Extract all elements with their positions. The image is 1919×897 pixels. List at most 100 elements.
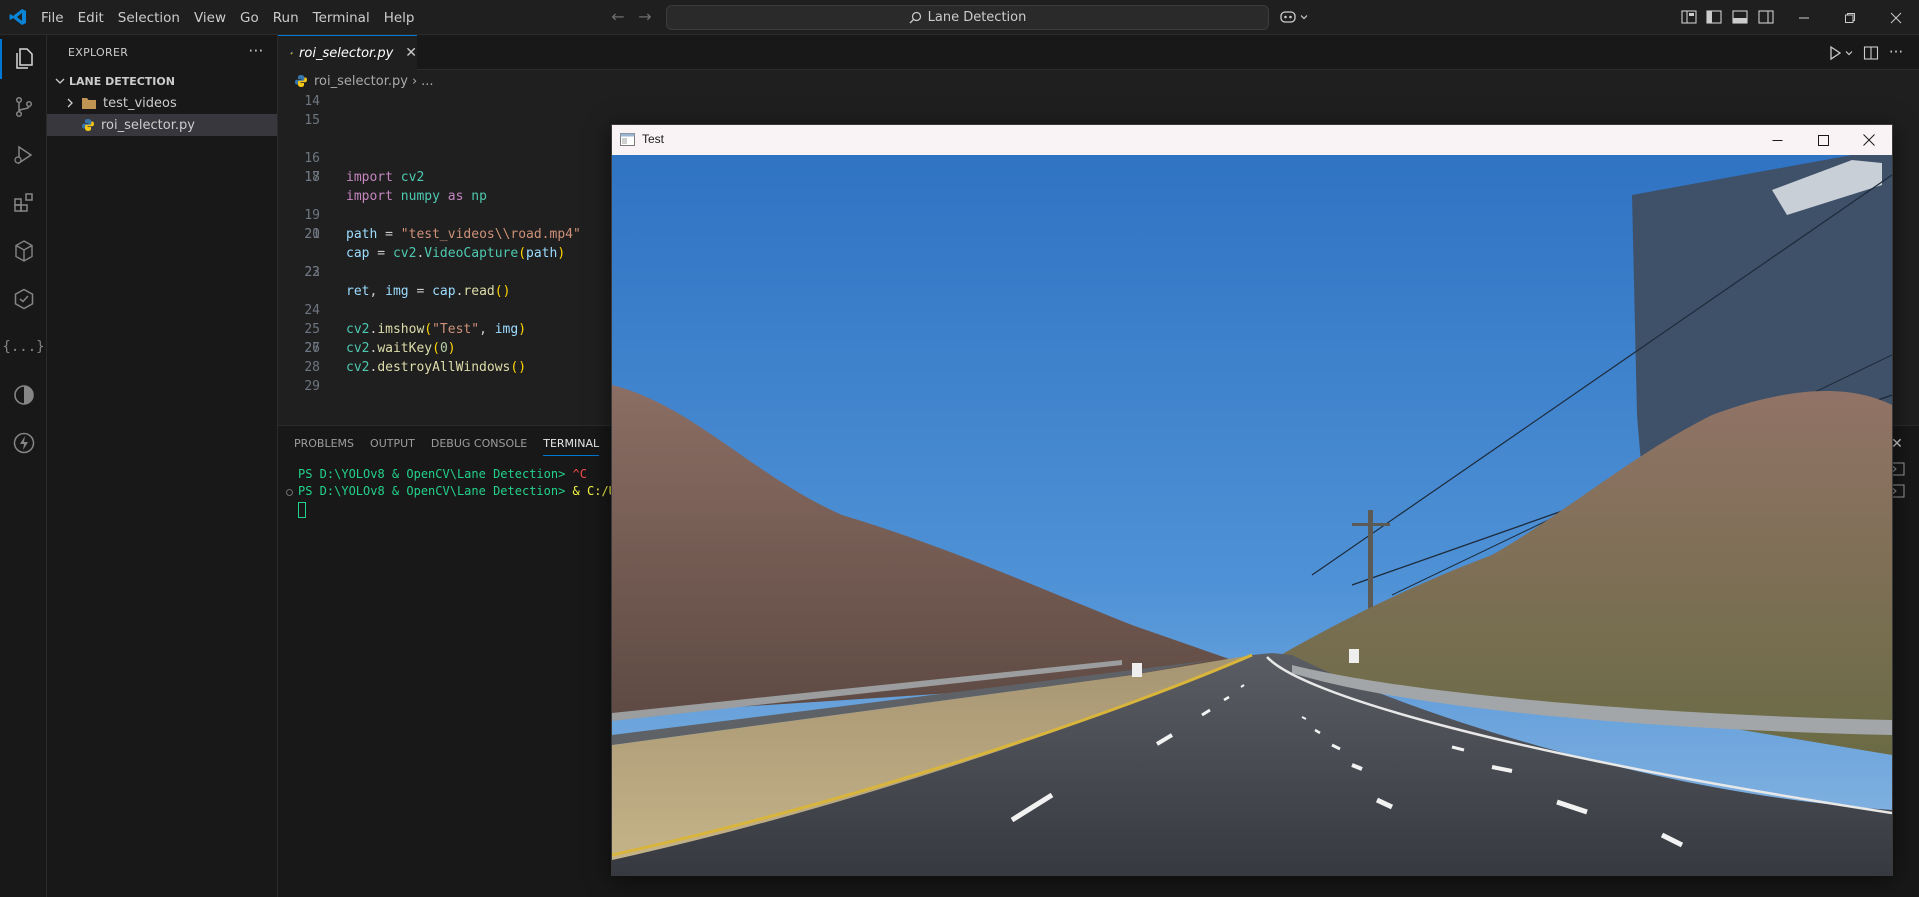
variable: path — [346, 227, 378, 242]
back-arrow-icon[interactable]: ← — [609, 8, 627, 26]
terminal-line: PS D:\YOLOv8 & OpenCV\Lane Detection> ^C — [298, 466, 587, 483]
copilot-icon — [1280, 11, 1296, 23]
comma: , — [479, 322, 495, 337]
menu-bar: File Edit Selection View Go Run Terminal… — [34, 0, 421, 35]
chevron-down-icon[interactable] — [1844, 44, 1854, 62]
remote-explorer-activity[interactable] — [0, 231, 47, 271]
module-name: cv2 — [392, 246, 417, 261]
module-alias: np — [471, 189, 487, 204]
folder-icon — [82, 98, 96, 109]
opencv-window[interactable]: Test — [611, 124, 1893, 876]
close-icon — [1890, 12, 1902, 23]
copilot-chat-icon — [13, 385, 34, 405]
terminal-line: PS D:\YOLOv8 & OpenCV\Lane Detection> & … — [298, 483, 623, 500]
line-number: 23 — [304, 265, 320, 280]
menu-go[interactable]: Go — [233, 10, 266, 26]
video-frame-image — [612, 155, 1892, 876]
run-debug-activity[interactable] — [0, 135, 47, 175]
line-number: 14 — [304, 94, 320, 109]
line-number: 29 — [304, 379, 320, 394]
tree-item-label: roi_selector.py — [101, 117, 195, 133]
code-line: 25 cv2.waitKey(0) — [278, 301, 455, 356]
copilot-button[interactable] — [1279, 7, 1311, 27]
hexagon-icon — [14, 288, 33, 310]
source-control-activity[interactable] — [0, 87, 47, 127]
tab-roi-selector[interactable]: roi_selector.py ✕ — [278, 35, 417, 70]
close-window-button[interactable] — [1873, 0, 1919, 35]
extensions-activity[interactable] — [0, 183, 47, 223]
testing-activity[interactable] — [0, 279, 47, 319]
tab-output[interactable]: OUTPUT — [362, 426, 423, 461]
variable: ret — [346, 284, 370, 299]
menu-help[interactable]: Help — [377, 10, 422, 26]
breadcrumb-symbols[interactable]: ... — [421, 74, 433, 89]
toggle-primary-sidebar-icon[interactable] — [1705, 8, 1723, 26]
command-center-search[interactable]: Lane Detection — [666, 5, 1269, 30]
cv-close-button[interactable] — [1846, 125, 1892, 155]
toggle-panel-icon[interactable] — [1731, 8, 1749, 26]
extensions-icon — [13, 193, 33, 212]
more-actions-icon[interactable]: ··· — [247, 43, 265, 61]
line-number: 27 — [304, 341, 320, 356]
cv-minimize-button[interactable] — [1754, 125, 1800, 155]
tree-item-roi-selector[interactable]: roi_selector.py — [47, 114, 277, 136]
tab-debug-console[interactable]: DEBUG CONSOLE — [423, 426, 535, 461]
argument: img — [494, 322, 519, 337]
forward-arrow-icon[interactable]: → — [636, 8, 654, 26]
menu-file[interactable]: File — [34, 10, 71, 26]
close-icon — [1863, 134, 1875, 146]
run-debug-icon — [13, 145, 32, 165]
terminal-cursor[interactable] — [298, 502, 306, 518]
workspace-name: LANE DETECTION — [69, 74, 175, 88]
tab-problems[interactable]: PROBLEMS — [286, 426, 362, 461]
line-number: 21 — [304, 227, 320, 242]
close-tab-icon[interactable]: ✕ — [405, 45, 417, 61]
json-activity[interactable]: {...} — [0, 327, 47, 367]
tab-terminal[interactable]: TERMINAL — [535, 426, 607, 461]
code-line: 24 cv2.imshow("Test", img) — [278, 282, 526, 337]
breadcrumb-file[interactable]: roi_selector.py — [314, 74, 408, 89]
cv-maximize-button[interactable] — [1800, 125, 1846, 155]
restore-icon — [1845, 12, 1855, 23]
breadcrumb-separator-icon: › — [411, 73, 418, 89]
tree-item-test-videos[interactable]: test_videos — [47, 92, 277, 114]
road-scene-image — [612, 155, 1892, 876]
tree-item-label: test_videos — [103, 95, 177, 111]
panel-tabs: PROBLEMS OUTPUT DEBUG CONSOLE TERMINAL — [278, 426, 607, 461]
module-name: cv2 — [400, 170, 425, 185]
menu-run[interactable]: Run — [266, 10, 306, 26]
code-line: 26 cv2.destroyAllWindows() — [278, 320, 526, 375]
opencv-title-bar[interactable]: Test — [612, 125, 1892, 155]
explorer-activity[interactable] — [0, 39, 47, 79]
paren: ) — [557, 246, 566, 261]
copilot-activity[interactable] — [0, 375, 47, 415]
menu-edit[interactable]: Edit — [71, 10, 111, 26]
customize-layout-icon[interactable] — [1680, 8, 1698, 26]
minimize-icon — [1772, 139, 1782, 141]
string-literal: "Test" — [432, 322, 480, 337]
paren: ( — [518, 246, 527, 261]
menu-selection[interactable]: Selection — [111, 10, 187, 26]
minimize-button[interactable] — [1781, 0, 1827, 35]
paren: ( — [424, 322, 433, 337]
command-decoration-icon[interactable] — [286, 489, 293, 496]
maximize-icon — [1817, 134, 1829, 146]
terminal-command: ^C — [572, 467, 587, 481]
more-actions-icon[interactable]: ··· — [1887, 44, 1905, 62]
menu-view[interactable]: View — [187, 10, 233, 26]
workspace-folder[interactable]: LANE DETECTION — [47, 70, 277, 92]
code-line: 17 import numpy as np — [278, 149, 487, 204]
run-python-file-icon[interactable] — [1826, 44, 1844, 62]
terminal-prompt: PS D:\YOLOv8 & OpenCV\Lane Detection> — [298, 484, 573, 498]
module-name: cv2 — [346, 341, 370, 356]
paren: ) — [518, 360, 527, 375]
restore-button[interactable] — [1827, 0, 1873, 35]
thunder-activity[interactable] — [0, 423, 47, 463]
variable: img — [385, 284, 409, 299]
toggle-secondary-sidebar-icon[interactable] — [1757, 8, 1775, 26]
paren: ) — [447, 341, 456, 356]
class-name: VideoCapture — [424, 246, 519, 261]
tabs-bar: roi_selector.py ✕ ··· — [278, 35, 1919, 70]
split-editor-icon[interactable] — [1862, 44, 1880, 62]
menu-terminal[interactable]: Terminal — [306, 10, 377, 26]
